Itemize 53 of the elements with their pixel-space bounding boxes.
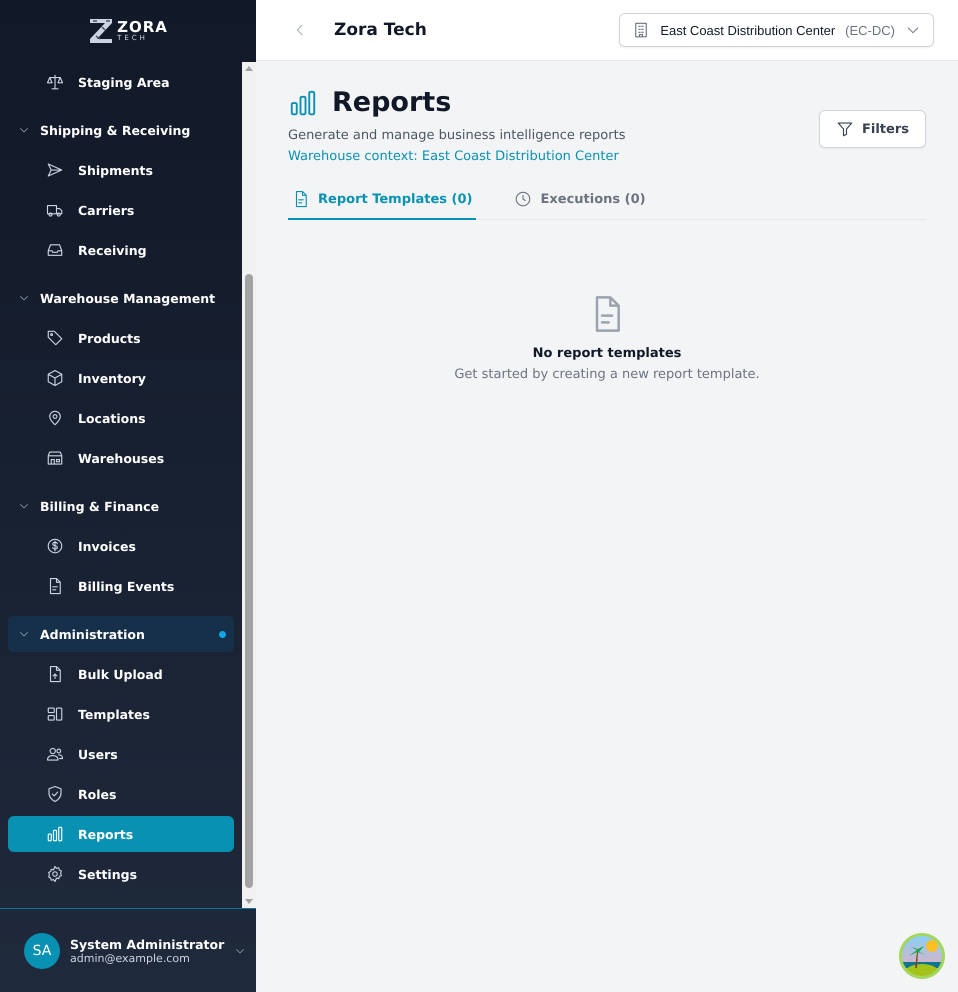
nav-item[interactable]: Settings [8, 856, 234, 892]
send-icon [46, 161, 64, 179]
nav-item[interactable]: Bulk Upload [8, 656, 234, 692]
nav-item[interactable]: Shipments [8, 152, 234, 188]
nav-group-header[interactable]: Administration [8, 616, 234, 652]
active-dot [219, 630, 226, 638]
cube-icon [46, 369, 64, 387]
header-title: Zora Tech [334, 20, 427, 40]
help-button[interactable] [898, 932, 946, 980]
user-menu[interactable]: SA System Administrator admin@example.com [0, 908, 256, 992]
page-title: Reports [332, 87, 452, 118]
logo-wordmark: ZORA [117, 20, 168, 35]
empty-state-message: Get started by creating a new report template. [454, 367, 760, 382]
nav-item[interactable]: Inventory [8, 360, 234, 396]
storefront-icon [46, 449, 64, 467]
map-pin-icon [46, 409, 64, 427]
warehouse-context: Warehouse context: East Coast Distribution Center [288, 149, 620, 164]
nav-group-header[interactable]: Billing & Finance [8, 488, 234, 524]
scale-icon [46, 73, 64, 91]
nav-group-header[interactable]: Shipping & Receiving [8, 112, 234, 148]
settings-icon [46, 865, 64, 883]
nav-item[interactable]: Staging Area [8, 64, 234, 100]
tab[interactable]: Executions (0) [510, 180, 650, 220]
logo-icon [88, 17, 114, 45]
inbox-icon [46, 241, 64, 259]
shield-check-icon [46, 785, 64, 803]
user-name: System Administrator [70, 936, 224, 952]
scrollbar[interactable] [242, 62, 256, 908]
filter-icon [836, 120, 854, 138]
nav-group-header[interactable]: Warehouse Management [8, 280, 234, 316]
nav-item[interactable]: Locations [8, 400, 234, 436]
user-email: admin@example.com [70, 952, 191, 964]
nav-item[interactable]: Roles [8, 776, 234, 812]
users-icon [46, 745, 64, 763]
nav-item[interactable]: Templates [8, 696, 234, 732]
nav-item[interactable]: Reports [8, 816, 234, 852]
filters-button[interactable]: Filters [819, 110, 926, 148]
nav-item[interactable]: Users [8, 736, 234, 772]
clock-icon [514, 190, 532, 208]
warehouse-selector[interactable]: East Coast Distribution Center (EC-DC) [619, 13, 934, 47]
layout-icon [46, 705, 64, 723]
nav-item[interactable]: Warehouses [8, 440, 234, 476]
page-subtitle: Generate and manage business intelligence reports [288, 128, 626, 143]
nav-item[interactable]: Products [8, 320, 234, 356]
user-avatar: SA [24, 932, 60, 968]
nav-item[interactable]: Receiving [8, 232, 234, 268]
empty-state-title: No report templates [532, 346, 682, 361]
nav-item[interactable]: Carriers [8, 192, 234, 228]
nav-item[interactable]: Invoices [8, 528, 234, 564]
tag-icon [46, 329, 64, 347]
bar-chart-icon [46, 825, 64, 843]
dollar-icon [46, 537, 64, 555]
nav-item[interactable]: Billing Events [8, 568, 234, 604]
